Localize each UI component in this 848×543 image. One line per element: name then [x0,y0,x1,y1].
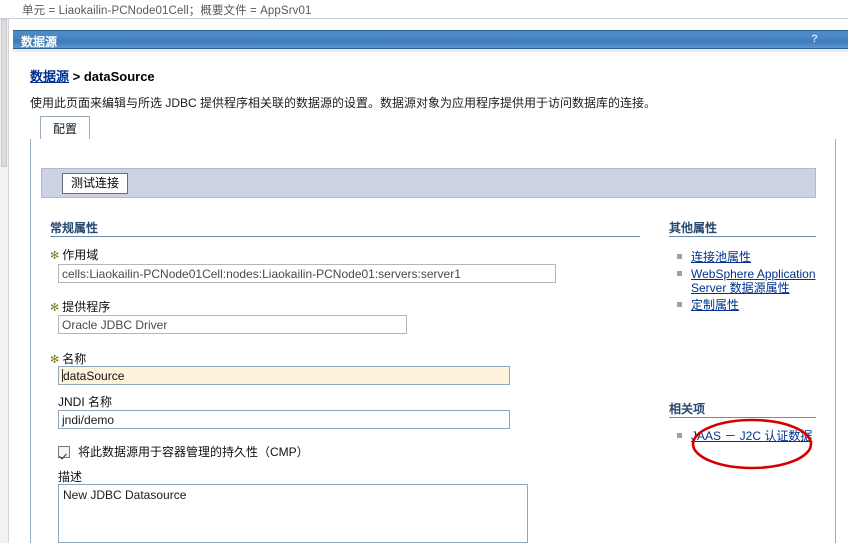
square-bullet-icon [677,302,682,307]
tab-configuration[interactable]: 配置 [40,116,90,141]
list-item: WebSphere Application Server 数据源属性 [677,267,817,295]
field-label-jndi-name: JNDI 名称 [58,395,113,409]
description-textarea[interactable]: New JDBC Datasource [58,484,528,543]
field-label-description: 描述 [58,470,83,484]
required-asterisk-icon: ✻ [50,354,60,366]
tab-strip: 配置 [30,114,836,141]
name-input[interactable]: dataSource [58,366,510,385]
list-item: 连接池属性 [677,250,817,264]
breadcrumb-separator: > [72,69,81,84]
link-custom-properties[interactable]: 定制属性 [691,298,739,312]
scope-input[interactable]: cells:Liaokailin-PCNode01Cell:nodes:Liao… [58,264,556,283]
required-asterisk-icon: ✻ [50,302,60,314]
websphere-datasource-page: 单元 = Liaokailin-PCNode01Cell；概要文件 = AppS… [0,0,848,543]
context-bar-text: 单元 = Liaokailin-PCNode01Cell；概要文件 = AppS… [22,5,312,17]
general-properties-rule [50,236,640,237]
link-connection-pool-properties[interactable]: 连接池属性 [691,250,751,264]
general-properties-heading: 常规属性 [50,221,99,235]
provider-input[interactable]: Oracle JDBC Driver [58,315,407,334]
related-items-rule [669,417,816,418]
additional-properties-list: 连接池属性 WebSphere Application Server 数据源属性… [677,250,817,315]
cmp-checkbox[interactable] [58,445,70,458]
test-connection-button[interactable]: 测试连接 [62,173,128,194]
scrollbar-thumb[interactable] [1,19,7,167]
page-title: 数据源 [21,35,58,49]
left-frame-scrollbar[interactable] [0,19,9,543]
list-item: JAAS － J2C 认证数据 [677,429,817,443]
tab-panel-configuration [30,139,836,543]
additional-properties-rule [669,236,816,237]
breadcrumb-current: dataSource [83,69,155,84]
breadcrumb-root-link[interactable]: 数据源 [30,69,69,84]
page-titlebar: 数据源 ? [13,30,848,49]
square-bullet-icon [677,254,682,259]
field-label-name: ✻ 名称 [50,352,87,366]
square-bullet-icon [677,271,682,276]
field-label-scope: ✻ 作用域 [50,248,99,262]
additional-properties-heading: 其他属性 [669,221,718,235]
field-label-provider: ✻ 提供程序 [50,300,111,314]
square-bullet-icon [677,433,682,438]
required-asterisk-icon: ✻ [50,250,60,262]
related-items-heading: 相关项 [669,402,706,416]
context-bar: 单元 = Liaokailin-PCNode01Cell；概要文件 = AppS… [0,0,848,19]
link-jaas-j2c-auth-data[interactable]: JAAS － J2C 认证数据 [691,429,812,443]
cmp-checkbox-row[interactable]: 将此数据源用于容器管理的持久性（CMP） [58,443,309,460]
cmp-checkbox-label: 将此数据源用于容器管理的持久性（CMP） [78,445,309,459]
list-item: 定制属性 [677,298,817,312]
help-icon[interactable]: ? [811,33,818,45]
command-bar: 测试连接 [41,168,816,198]
breadcrumb: 数据源 > dataSource [30,66,155,85]
related-items-list: JAAS － J2C 认证数据 [677,429,817,446]
jndi-name-input[interactable]: jndi/demo [58,410,510,429]
link-was-datasource-properties[interactable]: WebSphere Application Server 数据源属性 [691,267,816,295]
page-description: 使用此页面来编辑与所选 JDBC 提供程序相关联的数据源的设置。数据源对象为应用… [30,96,657,110]
